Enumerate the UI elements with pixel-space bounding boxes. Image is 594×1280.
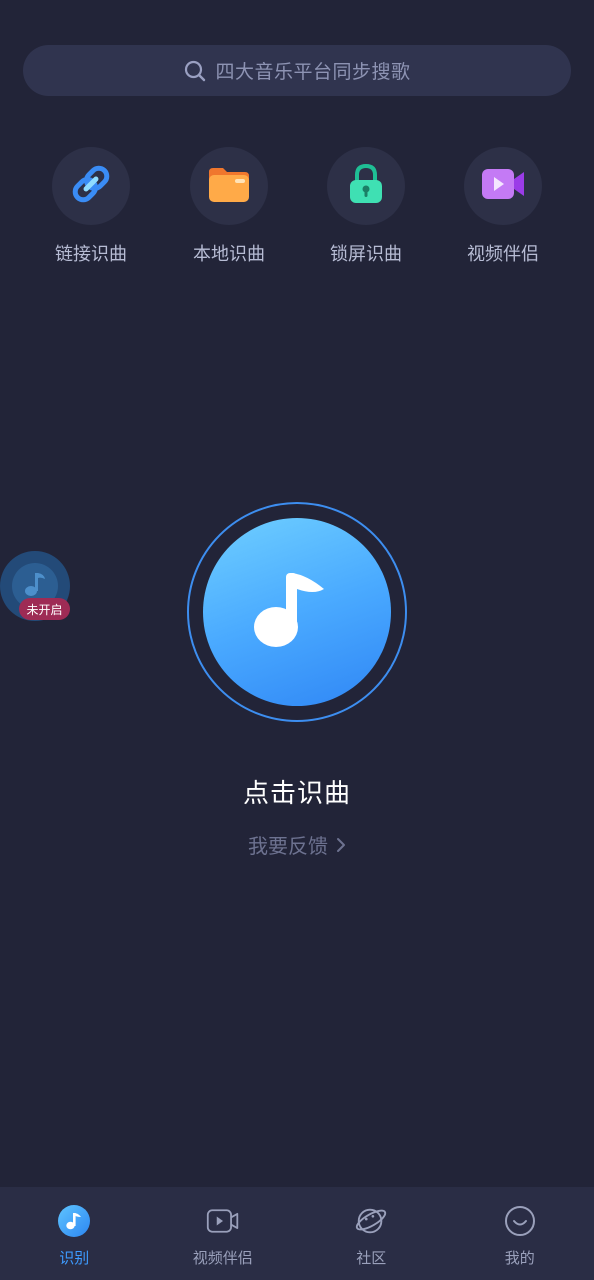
shortcut-circle xyxy=(190,147,268,225)
shortcut-label: 视频伴侣 xyxy=(467,244,539,265)
shortcut-local-recognize[interactable]: 本地识曲 xyxy=(174,147,284,266)
shortcut-circle xyxy=(52,147,130,225)
music-note-icon xyxy=(57,1204,91,1238)
nav-item-video-companion[interactable]: 视频伴侣 xyxy=(149,1187,298,1280)
link-icon xyxy=(68,161,114,211)
nav-item-mine[interactable]: 我的 xyxy=(446,1187,594,1280)
app-screen: 四大音乐平台同步搜歌 链接识曲 本地识曲 锁屏识曲 视频伴侣 未开启 点击识曲 … xyxy=(0,0,594,1280)
lock-icon xyxy=(346,162,386,210)
recognize-title: 点击识曲 xyxy=(242,779,351,809)
search-bar[interactable]: 四大音乐平台同步搜歌 xyxy=(23,45,571,96)
nav-label: 视频伴侣 xyxy=(192,1249,253,1267)
shortcut-label: 本地识曲 xyxy=(193,244,265,265)
shortcut-lockscreen-recognize[interactable]: 锁屏识曲 xyxy=(311,147,421,266)
shortcut-row: 链接识曲 本地识曲 锁屏识曲 视频伴侣 xyxy=(0,147,594,277)
floating-status-badge: 未开启 xyxy=(19,598,70,620)
nav-item-community[interactable]: 社区 xyxy=(297,1187,446,1280)
shortcut-label: 链接识曲 xyxy=(55,244,127,265)
shortcut-circle xyxy=(327,147,405,225)
shortcut-label: 锁屏识曲 xyxy=(330,244,402,265)
planet-icon xyxy=(354,1204,388,1238)
search-icon xyxy=(183,59,207,83)
search-placeholder: 四大音乐平台同步搜歌 xyxy=(215,61,411,83)
nav-item-recognize[interactable]: 识别 xyxy=(0,1187,149,1280)
folder-icon xyxy=(207,164,251,208)
feedback-label: 我要反馈 xyxy=(248,834,328,858)
video-icon xyxy=(480,165,526,207)
music-note-icon xyxy=(252,565,342,659)
recognize-button[interactable] xyxy=(203,518,391,706)
bottom-nav: 识别 视频伴侣 社区 我的 xyxy=(0,1187,594,1280)
shortcut-link-recognize[interactable]: 链接识曲 xyxy=(36,147,146,266)
chevron-right-icon xyxy=(336,837,346,853)
nav-label: 社区 xyxy=(356,1249,387,1267)
nav-label: 我的 xyxy=(504,1249,535,1267)
shortcut-circle xyxy=(464,147,542,225)
video-play-icon xyxy=(206,1204,240,1238)
nav-label: 识别 xyxy=(59,1249,90,1267)
feedback-link[interactable]: 我要反馈 xyxy=(0,830,594,859)
smile-face-icon xyxy=(503,1204,537,1238)
shortcut-video-companion[interactable]: 视频伴侣 xyxy=(448,147,558,266)
